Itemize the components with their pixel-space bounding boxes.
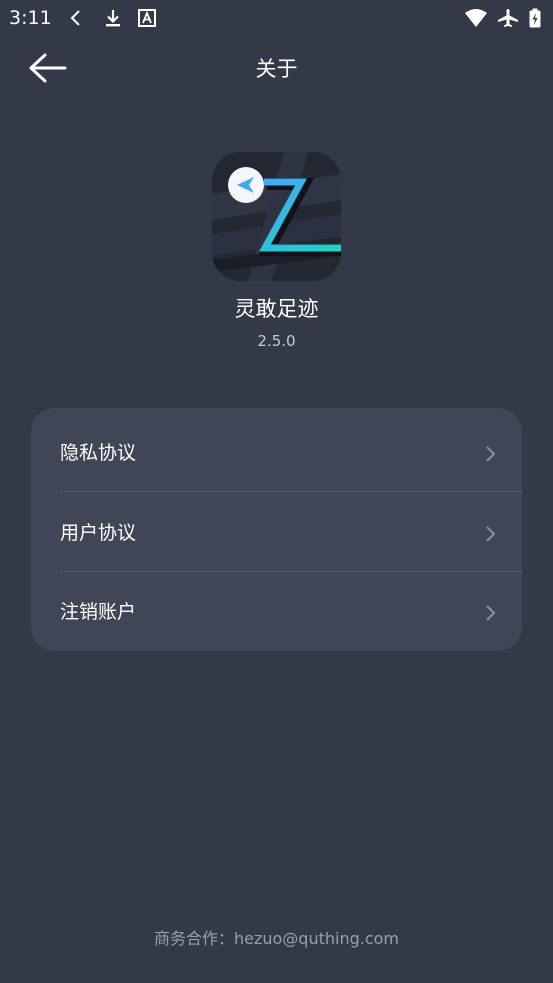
menu-item-label: 隐私协议	[60, 442, 137, 464]
airplane-icon	[498, 9, 518, 27]
menu-item-label: 用户协议	[60, 522, 137, 544]
business-contact: 商务合作：hezuo@quthing.com	[153, 929, 400, 948]
status-bar: 3:11	[0, 0, 553, 36]
font-a-icon	[138, 9, 156, 27]
menu-item-label: 注销账户	[60, 601, 137, 623]
menu-item-user-agreement[interactable]: 用户协议	[31, 492, 522, 572]
chevron-left-icon	[70, 10, 80, 26]
chevron-right-icon	[486, 526, 496, 542]
settings-menu: 隐私协议 用户协议 注销账户	[31, 408, 523, 651]
page-title: 关于	[255, 57, 298, 81]
menu-item-privacy-policy[interactable]: 隐私协议	[31, 412, 522, 492]
battery-charging-icon	[529, 8, 541, 28]
app-version: 2.5.0	[257, 332, 296, 350]
chevron-right-icon	[486, 605, 496, 621]
download-icon	[106, 10, 120, 27]
app-logo	[212, 152, 341, 281]
wifi-icon	[465, 9, 487, 27]
app-name: 灵敢足迹	[234, 297, 319, 321]
about-screen: 3:11 关于 灵敢足迹 2.5.0 隐私协议 用户协议 注销账户 商务合作：h…	[0, 0, 553, 983]
status-time: 3:11	[9, 7, 52, 29]
app-logo-icon	[212, 152, 341, 281]
menu-item-delete-account[interactable]: 注销账户	[31, 571, 522, 651]
chevron-right-icon	[486, 446, 496, 462]
